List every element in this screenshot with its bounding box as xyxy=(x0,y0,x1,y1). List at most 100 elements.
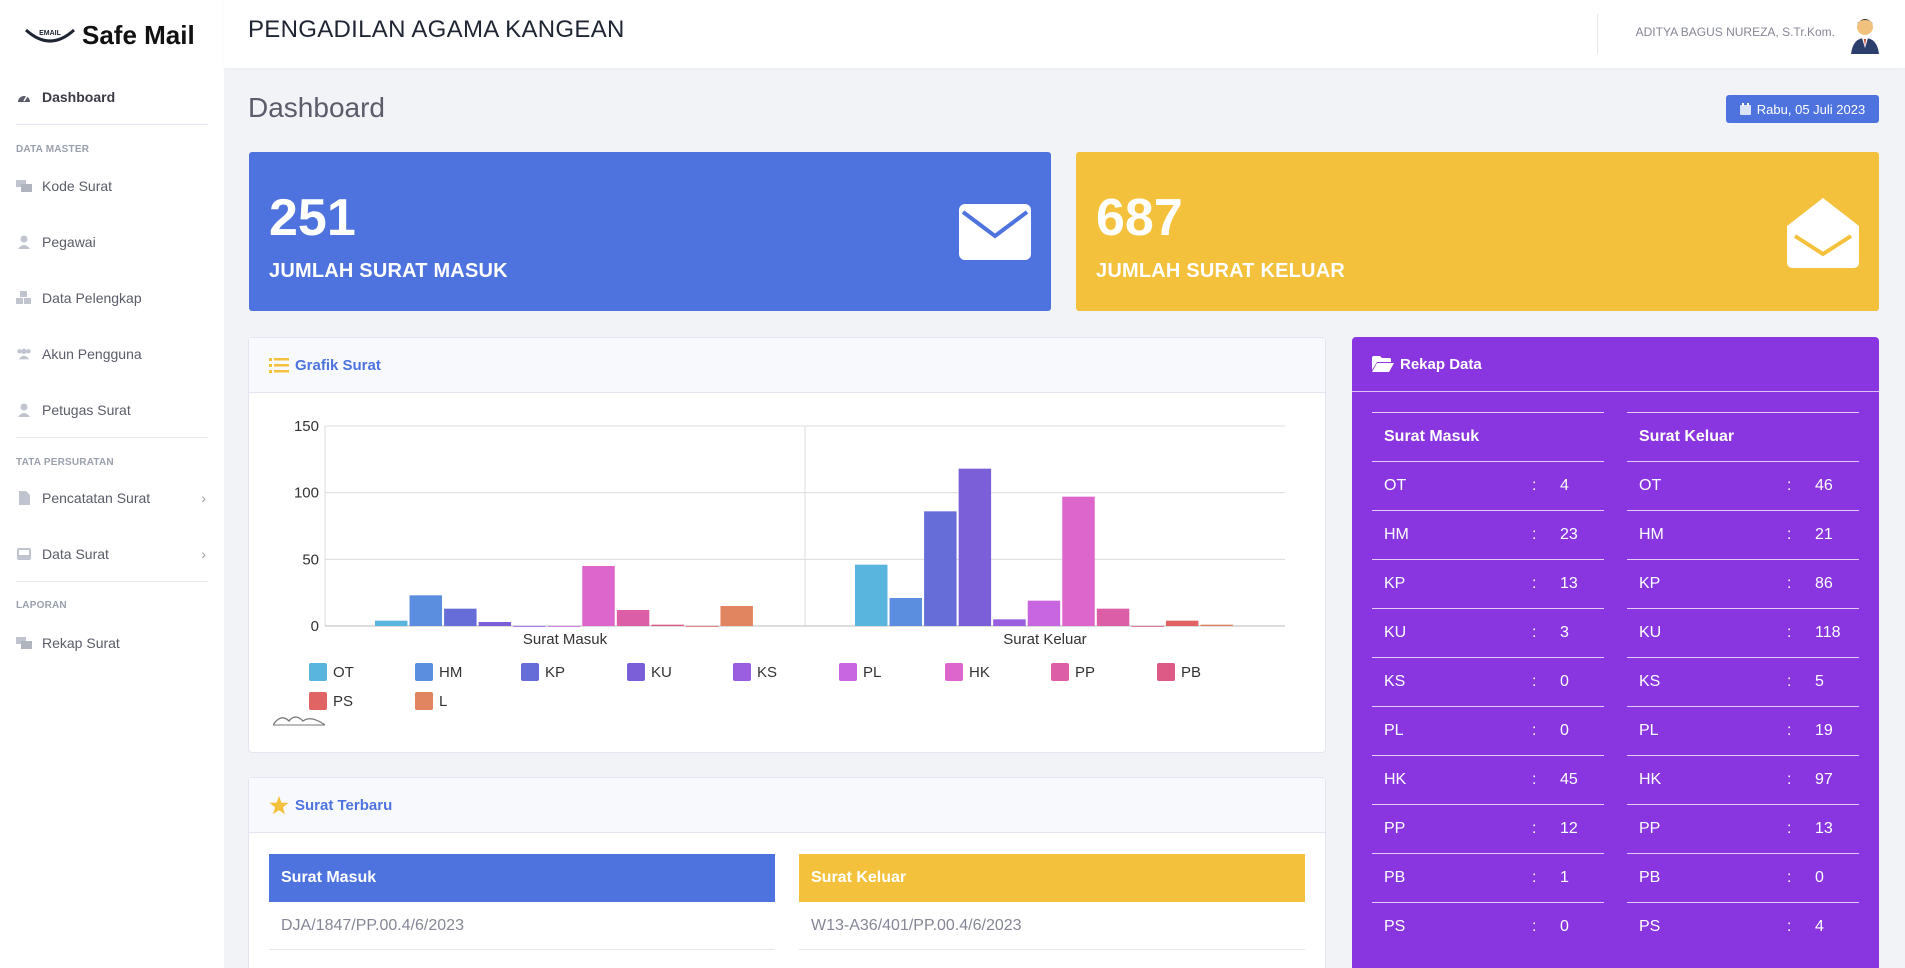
row-key: PB xyxy=(1639,869,1661,886)
envelope-icon xyxy=(959,204,1031,260)
divider xyxy=(16,124,208,125)
envelope-open-icon xyxy=(1787,198,1859,268)
star-icon xyxy=(269,795,289,814)
legend-item[interactable]: PS xyxy=(309,692,353,710)
legend-swatch xyxy=(521,663,539,681)
bar-pl xyxy=(1027,600,1061,626)
avatar[interactable] xyxy=(1845,14,1885,54)
list-icon xyxy=(269,358,289,373)
row-value: 0 xyxy=(1560,673,1569,690)
row-value: 45 xyxy=(1560,771,1578,788)
bar-pp xyxy=(616,610,650,626)
table-header-surat-keluar: Surat Keluar xyxy=(799,854,1305,902)
card-header: Grafik Surat xyxy=(249,338,1325,393)
bar-pb xyxy=(1131,626,1164,627)
row-separator: : xyxy=(1787,673,1792,690)
legend-label: HK xyxy=(969,663,990,681)
legend-item[interactable]: HK xyxy=(945,663,990,681)
sidebar-item-akun-pengguna[interactable]: Akun Pengguna xyxy=(16,339,206,369)
divider xyxy=(16,581,208,582)
bar-hk xyxy=(582,566,615,626)
table-cell-surat-masuk[interactable]: DJA/1847/PP.00.4/6/2023 xyxy=(269,902,775,950)
row-key: PS xyxy=(1639,918,1661,935)
bar-ku xyxy=(478,622,512,626)
table-row: PL: 19 xyxy=(1627,706,1859,755)
sidebar-item-rekap-surat[interactable]: Rekap Surat xyxy=(16,628,206,658)
divider xyxy=(1597,14,1598,54)
table-header-surat-masuk: Surat Masuk xyxy=(269,854,775,902)
legend-swatch xyxy=(627,663,645,681)
legend-swatch xyxy=(309,692,327,710)
date-text: Rabu, 05 Juli 2023 xyxy=(1756,101,1866,117)
row-key: OT xyxy=(1639,477,1662,494)
table-row: PP: 12 xyxy=(1372,804,1604,853)
legend-item[interactable]: PB xyxy=(1157,663,1201,681)
legend-item[interactable]: PL xyxy=(839,663,881,681)
legend-label: OT xyxy=(333,663,354,681)
row-value: 97 xyxy=(1815,771,1833,788)
table-cell-surat-keluar[interactable]: W13-A36/401/PP.00.4/6/2023 xyxy=(799,902,1305,950)
stat-card-surat-masuk: 251 JUMLAH SURAT MASUK xyxy=(249,152,1051,311)
rekap-table-masuk: Surat Masuk OT: 4 HM: 23 KP: 13 KU: 3 KS: 0 PL: 0 HK… xyxy=(1372,412,1604,951)
row-separator: : xyxy=(1787,771,1792,788)
legend-item[interactable]: HM xyxy=(415,663,462,681)
sidebar-item-data-pelengkap[interactable]: Data Pelengkap xyxy=(16,283,206,313)
sidebar-item-kode-surat[interactable]: Kode Surat xyxy=(16,171,206,201)
chevron-right-icon: › xyxy=(201,546,206,562)
bar-ps xyxy=(685,626,719,627)
section-heading: TATA PERSURATAN xyxy=(16,457,114,468)
header-label: Surat Keluar xyxy=(1639,428,1735,445)
sidebar-item-pegawai[interactable]: Pegawai xyxy=(16,227,206,257)
table-row: KP: 86 xyxy=(1627,559,1859,608)
bar-kp xyxy=(924,511,957,626)
row-value: 4 xyxy=(1560,477,1569,494)
bar-ot xyxy=(855,564,888,626)
y-tick-label: 100 xyxy=(294,485,319,502)
legend-item[interactable]: KS xyxy=(733,663,777,681)
inbox-icon xyxy=(16,547,32,561)
sidebar-item-pencatatan-surat[interactable]: Pencatatan Surat › xyxy=(16,483,206,513)
bar-hk xyxy=(1062,496,1095,626)
card-header: Surat Terbaru xyxy=(249,778,1325,833)
row-value: 0 xyxy=(1560,722,1569,739)
legend-swatch xyxy=(733,663,751,681)
bar-hm xyxy=(409,595,443,626)
date-badge[interactable]: Rabu, 05 Juli 2023 xyxy=(1726,95,1879,123)
row-value: 118 xyxy=(1815,624,1841,641)
sidebar-item-petugas-surat[interactable]: Petugas Surat xyxy=(16,395,206,425)
table-row: KS: 5 xyxy=(1627,657,1859,706)
sidebar-item-label: Kode Surat xyxy=(42,178,113,194)
app-logo[interactable]: EMAIL Safe Mail xyxy=(24,16,234,56)
sidebar-item-dashboard[interactable]: Dashboard xyxy=(16,82,206,112)
mail-bulk-icon xyxy=(16,636,32,650)
legend-item[interactable]: L xyxy=(415,692,447,710)
legend-item[interactable]: KU xyxy=(627,663,672,681)
users-icon xyxy=(16,347,32,361)
stat-value: 251 xyxy=(269,189,356,247)
row-separator: : xyxy=(1532,673,1537,690)
row-value: 12 xyxy=(1560,820,1578,837)
row-value: 1 xyxy=(1560,869,1569,886)
legend-swatch xyxy=(945,663,963,681)
bar-kp xyxy=(444,608,477,626)
legend-item[interactable]: KP xyxy=(521,663,565,681)
user-tie-icon xyxy=(16,235,32,249)
file-icon xyxy=(16,491,32,505)
legend-item[interactable]: OT xyxy=(309,663,354,681)
legend-label: PS xyxy=(333,692,354,710)
row-separator: : xyxy=(1532,477,1537,494)
bar-ku xyxy=(958,468,992,626)
row-separator: : xyxy=(1532,918,1537,935)
sidebar-item-data-surat[interactable]: Data Surat › xyxy=(16,539,206,569)
table-header: Surat Masuk xyxy=(1372,412,1604,461)
table-row: OT: 46 xyxy=(1627,461,1859,510)
chevron-right-icon: › xyxy=(201,490,206,506)
row-value: 23 xyxy=(1560,526,1578,543)
legend-swatch xyxy=(415,692,433,710)
user-name[interactable]: ADITYA BAGUS NUREZA, S.Tr.Kom. xyxy=(1636,25,1835,39)
row-key: KP xyxy=(1384,575,1406,592)
stat-card-surat-keluar: 687 JUMLAH SURAT KELUAR xyxy=(1076,152,1879,311)
row-value: 13 xyxy=(1815,820,1833,837)
legend-item[interactable]: PP xyxy=(1051,663,1095,681)
folder-open-icon xyxy=(1372,356,1394,372)
